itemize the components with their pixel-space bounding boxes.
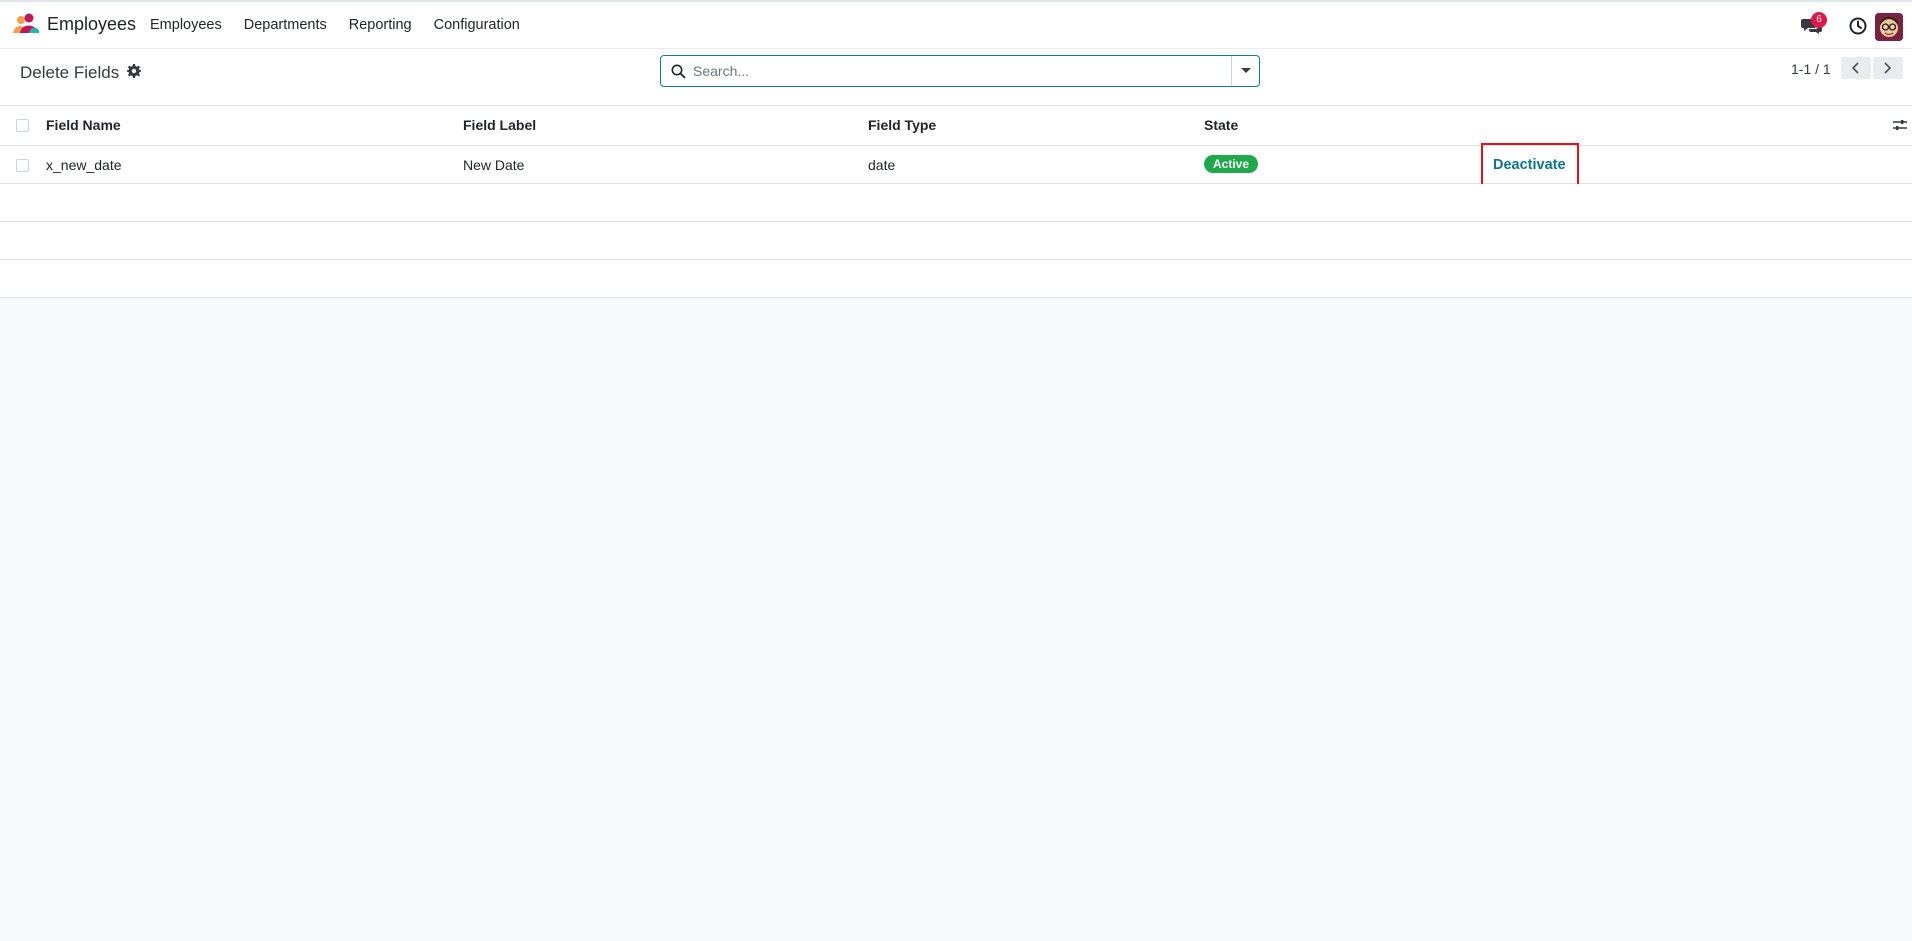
page-title: Delete Fields [20,63,120,82]
row-checkbox[interactable] [16,159,29,172]
pager-previous-button[interactable] [1841,57,1871,79]
search-input[interactable] [691,59,1245,83]
cell-field-type: date [868,157,896,173]
chevron-left-icon [1851,62,1859,74]
state-badge: Active [1204,155,1259,173]
menu-item-employees[interactable]: Employees [150,17,222,33]
pager-next-button[interactable] [1873,57,1903,79]
column-header-field-type[interactable]: Field Type [868,106,936,144]
deactivate-button[interactable]: Deactivate [1493,157,1566,173]
caret-down-icon [1241,68,1251,73]
search-icon [671,64,686,79]
gear-icon[interactable] [127,64,141,78]
menu-item-departments[interactable]: Departments [244,17,327,33]
app-logo-icon [12,13,40,35]
column-header-field-label[interactable]: Field Label [463,106,536,144]
app-name: Employees [47,13,137,34]
column-header-field-name[interactable]: Field Name [46,106,121,144]
empty-row [0,260,1912,298]
search-options-toggle[interactable] [1231,56,1259,86]
cell-field-label: New Date [463,157,525,173]
menu-item-reporting[interactable]: Reporting [349,17,412,33]
main-menu: Employees Departments Reporting Configur… [150,17,542,33]
cell-field-name: x_new_date [46,157,122,173]
top-navbar: Employees Employees Departments Reportin… [0,0,1912,49]
avatar[interactable] [1875,13,1903,41]
table-header: Field Name Field Label Field Type State [0,106,1912,146]
deactivate-highlight: Deactivate [1481,143,1579,188]
control-panel: Delete Fields 1-1 / 1 [0,49,1912,106]
app-brand[interactable]: Employees [12,13,136,35]
search-box [660,55,1260,87]
empty-row [0,184,1912,222]
column-header-state[interactable]: State [1204,106,1238,144]
menu-item-configuration[interactable]: Configuration [434,17,520,33]
select-all-checkbox[interactable] [16,119,29,132]
table-row[interactable]: x_new_date New Date date Active Deactiva… [0,143,1912,188]
optional-columns-icon[interactable] [1893,118,1907,132]
empty-row [0,222,1912,260]
pager-value[interactable]: 1-1 / 1 [1791,61,1831,77]
chevron-right-icon [1884,62,1892,74]
clock-icon[interactable] [1848,16,1868,36]
list-view-table: Field Name Field Label Field Type State … [0,106,1912,298]
message-count-badge: 6 [1811,12,1827,28]
